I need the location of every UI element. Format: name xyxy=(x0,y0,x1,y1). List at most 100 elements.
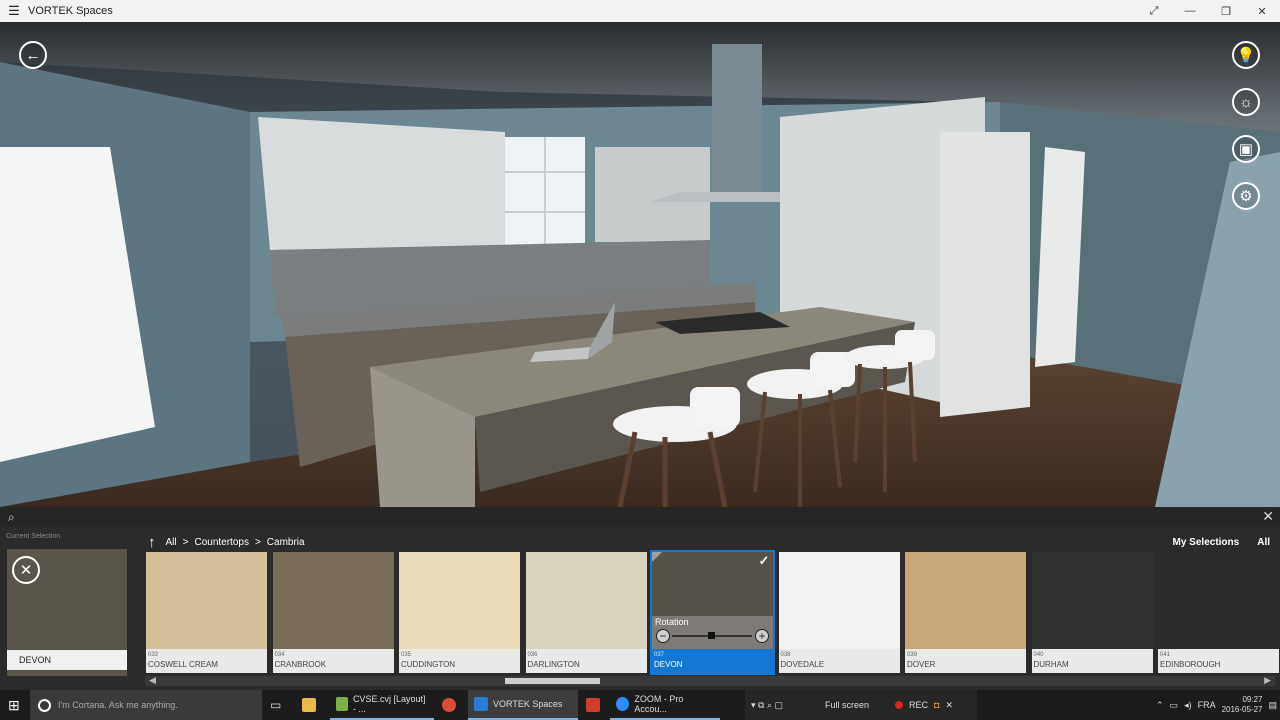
my-selections-link[interactable]: My Selections xyxy=(1173,537,1240,548)
material-caption: 036 DARLINGTON xyxy=(525,649,647,673)
material-name: EDINBOROUGH xyxy=(1160,660,1221,669)
material-code: 033 xyxy=(148,652,159,658)
scroll-right-icon[interactable]: ▶ xyxy=(1264,675,1271,686)
minimize-icon[interactable]: — xyxy=(1172,5,1208,17)
rotation-minus-button[interactable]: − xyxy=(656,629,670,643)
material-caption: 034 CRANBROOK xyxy=(272,649,394,673)
material-caption: 035 CUDDINGTON xyxy=(399,649,520,673)
cv-icon xyxy=(336,697,348,711)
material-caption: 038 DOVEDALE xyxy=(778,649,900,673)
material-tile[interactable]: 039 DOVER xyxy=(905,552,1026,673)
material-caption: 041 EDINBOROUGH xyxy=(1158,649,1279,673)
image-icon[interactable]: ▣ xyxy=(1232,135,1260,163)
material-swatch xyxy=(525,552,647,649)
material-name: CUDDINGTON xyxy=(401,660,456,669)
clock[interactable]: 09:27 2016-05-27 xyxy=(1222,695,1263,715)
language-indicator[interactable]: FRA xyxy=(1198,700,1216,710)
hamburger-icon[interactable]: ☰ xyxy=(0,3,28,19)
network-icon[interactable]: ▭ xyxy=(1170,700,1179,711)
taskbar-app-zoom[interactable]: ZOOM - Pro Accou... xyxy=(610,690,720,720)
breadcrumb-item-countertops[interactable]: Countertops xyxy=(194,537,248,548)
taskbar-app-label: ZOOM - Pro Accou... xyxy=(634,694,684,714)
material-code: 034 xyxy=(274,652,285,658)
current-selection-label: Current Selection xyxy=(6,533,61,540)
windows-start-icon[interactable]: ⊞ xyxy=(8,690,24,720)
close-icon[interactable]: ✕ xyxy=(1244,5,1280,18)
material-caption: 033 COSWELL CREAM xyxy=(146,649,267,673)
chrome-icon[interactable] xyxy=(442,690,460,720)
material-swatch xyxy=(778,552,900,649)
material-code: 035 xyxy=(401,652,412,658)
cortana-search[interactable]: I'm Cortana. Ask me anything. xyxy=(30,690,262,720)
volume-icon[interactable]: ◂) xyxy=(1184,700,1192,711)
material-tile[interactable]: 040 DURHAM xyxy=(1031,552,1153,673)
kitchen-render xyxy=(0,22,1280,507)
recorder-close-icon[interactable]: ✕ xyxy=(945,700,953,711)
fullscreen-icon[interactable]: ⤢ xyxy=(1136,5,1172,18)
3d-viewport[interactable]: ← 💡 ☼ ▣ ⚙ xyxy=(0,22,1280,507)
material-tile[interactable]: 033 COSWELL CREAM xyxy=(146,552,267,673)
task-view-icon[interactable]: ▭ xyxy=(270,690,286,720)
up-arrow-icon[interactable]: ↑ xyxy=(148,534,156,551)
folder-icon[interactable] xyxy=(302,690,320,720)
material-caption: 039 DOVER xyxy=(905,649,1026,673)
taskbar-app-vortek[interactable]: VORTEK Spaces xyxy=(468,690,578,720)
gear-icon[interactable]: ⚙ xyxy=(1232,182,1260,210)
scroll-left-icon[interactable]: ◀ xyxy=(149,675,156,686)
material-code: 038 xyxy=(780,652,791,658)
red-app-icon[interactable] xyxy=(586,690,604,720)
recorder-toolbar: ▾ ⧉ ⌕ ▢ Full screen REC ◘ ✕ xyxy=(745,690,977,720)
rec-label[interactable]: REC xyxy=(909,700,928,710)
material-swatch xyxy=(1031,552,1153,649)
material-tile[interactable]: 036 DARLINGTON xyxy=(525,552,647,673)
title-bar: ☰ VORTEK Spaces ⤢ — ❐ ✕ xyxy=(0,0,1280,22)
tray-chevron-icon[interactable]: ⌃ xyxy=(1156,700,1164,711)
back-arrow-icon[interactable]: ← xyxy=(19,41,47,69)
breadcrumb-separator: > xyxy=(254,536,261,548)
material-tile[interactable]: ✓ Rotation − +037 DEVON xyxy=(650,550,775,675)
cortana-icon xyxy=(38,698,51,712)
material-code: 039 xyxy=(907,652,918,658)
horizontal-scrollbar[interactable]: ◀ ▶ xyxy=(145,675,1275,686)
cortana-placeholder: I'm Cortana. Ask me anything. xyxy=(58,700,178,710)
window-title: VORTEK Spaces xyxy=(28,5,113,17)
material-caption: 040 DURHAM xyxy=(1031,649,1153,673)
clock-time: 09:27 xyxy=(1242,695,1263,704)
rec-dot-icon xyxy=(895,701,904,709)
breadcrumb-item-all[interactable]: All xyxy=(166,537,177,548)
lightbulb-icon[interactable]: 💡 xyxy=(1232,41,1260,69)
clock-date: 2016-05-27 xyxy=(1221,705,1263,714)
material-caption: 037 DEVON xyxy=(652,649,773,673)
material-name: DARLINGTON xyxy=(527,660,580,669)
material-tile[interactable]: 035 CUDDINGTON xyxy=(399,552,520,673)
search-bar: ⌕ ✕ xyxy=(0,507,1280,527)
material-name: CRANBROOK xyxy=(274,660,327,669)
notifications-icon[interactable]: ▤ xyxy=(1269,700,1278,711)
rotation-plus-button[interactable]: + xyxy=(755,629,769,643)
taskbar-app-cvse[interactable]: CVSE.cvj [Layout] - ... xyxy=(330,690,434,720)
material-tile[interactable]: 038 DOVEDALE xyxy=(778,552,900,673)
all-link[interactable]: All xyxy=(1257,537,1270,548)
current-selection-name: DEVON xyxy=(7,650,127,670)
search-input[interactable] xyxy=(28,509,1228,525)
fullscreen-label[interactable]: Full screen xyxy=(825,700,869,710)
material-name: DURHAM xyxy=(1033,660,1069,669)
material-tile[interactable]: 041 EDINBOROUGH xyxy=(1158,552,1279,673)
breadcrumb: ↑ All > Countertops > Cambria xyxy=(148,531,305,553)
material-name: COSWELL CREAM xyxy=(148,660,218,669)
system-tray: ⌃ ▭ ◂) FRA 09:27 2016-05-27 ▤ xyxy=(1152,690,1280,720)
camera-icon[interactable]: ◘ xyxy=(934,700,939,710)
breadcrumb-item-cambria[interactable]: Cambria xyxy=(267,537,305,548)
sun-icon[interactable]: ☼ xyxy=(1232,88,1260,116)
restore-icon[interactable]: ❐ xyxy=(1208,5,1244,18)
remove-selection-button[interactable]: ✕ xyxy=(12,556,40,584)
recorder-controls-icon[interactable]: ▾ ⧉ ⌕ ▢ xyxy=(751,700,783,711)
close-icon[interactable]: ✕ xyxy=(1262,508,1274,525)
taskbar-app-label: VORTEK Spaces xyxy=(493,699,563,709)
material-tile[interactable]: 034 CRANBROOK xyxy=(272,552,394,673)
search-icon[interactable]: ⌕ xyxy=(8,510,22,524)
scrollbar-thumb[interactable] xyxy=(505,678,600,684)
material-swatch xyxy=(1158,552,1279,649)
rotation-slider-handle[interactable] xyxy=(708,632,715,639)
taskbar-app-label: CVSE.cvj [Layout] - ... xyxy=(352,694,426,714)
